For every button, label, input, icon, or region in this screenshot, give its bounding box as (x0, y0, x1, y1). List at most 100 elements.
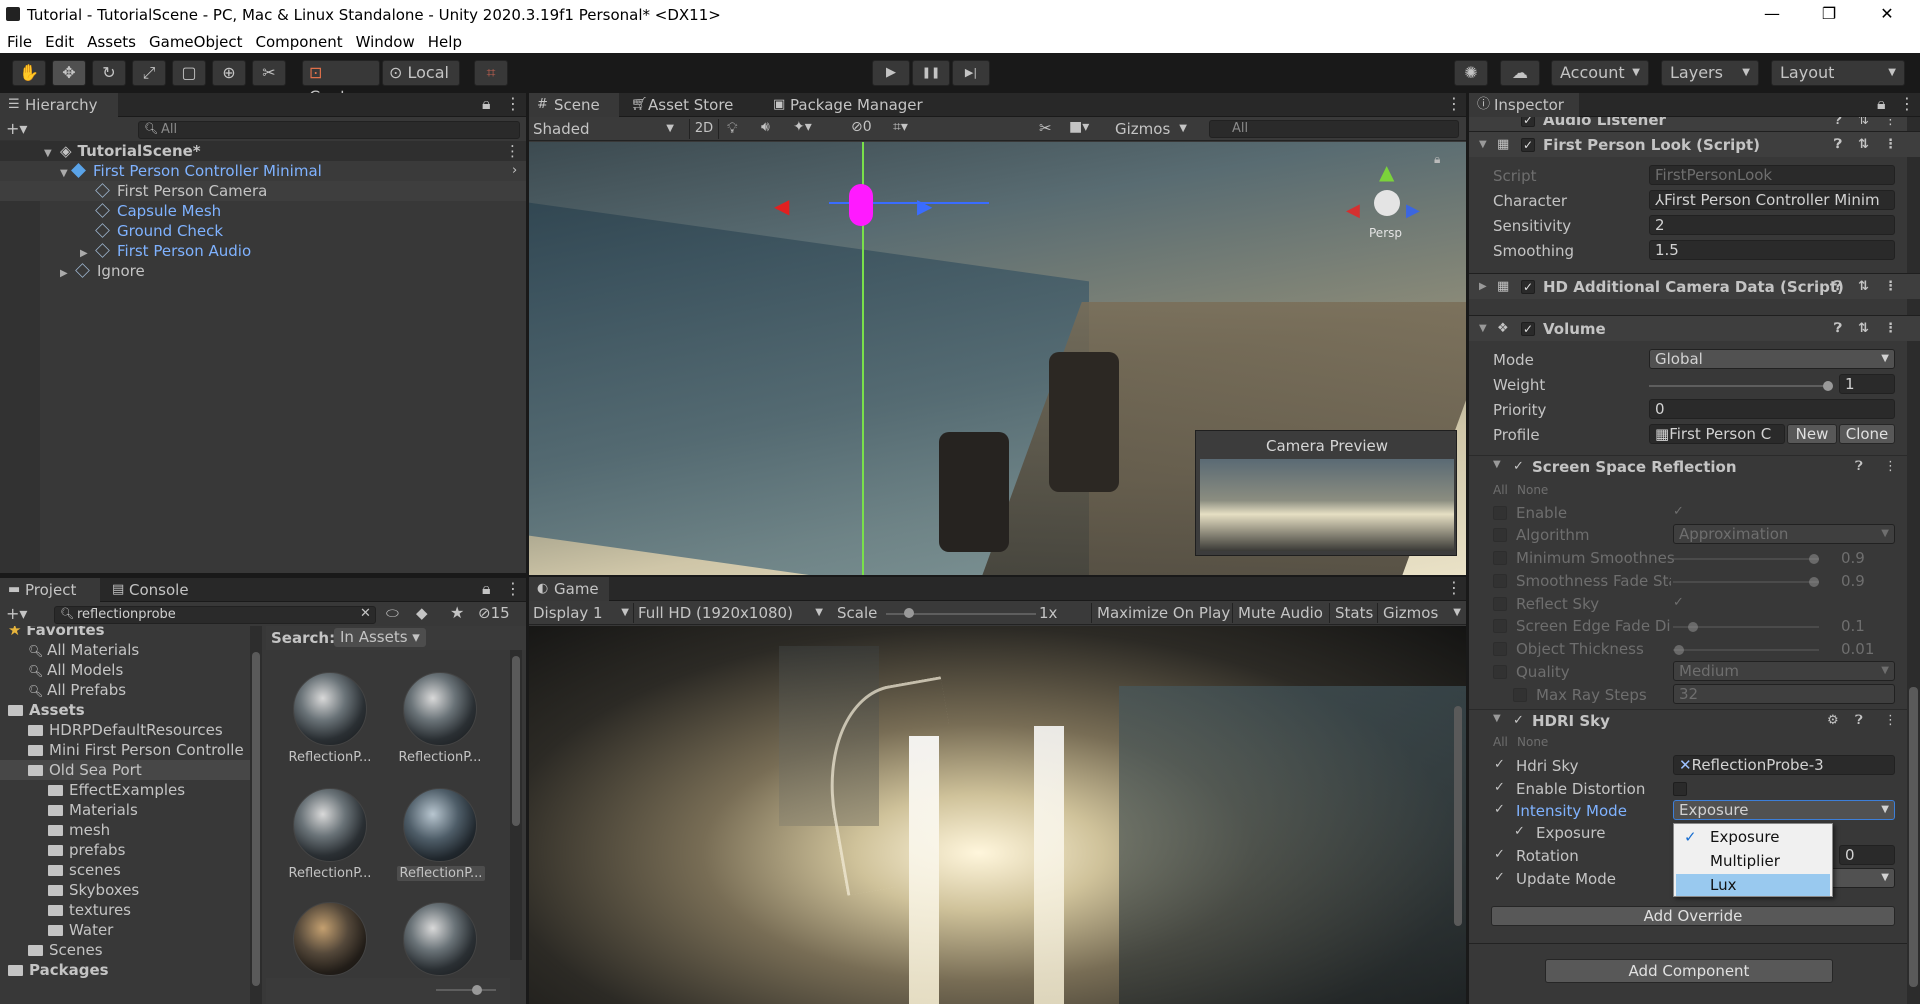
project-tree-item[interactable]: Old Sea Port (0, 760, 250, 780)
volume-header[interactable]: ▼ ❖ ✓ Volume ❓︎ ⇅ ⋮ (1469, 315, 1920, 341)
reflect-sky-check-icon[interactable]: ✓ (1673, 595, 1684, 610)
enable-check-icon[interactable]: ✓ (1673, 504, 1684, 519)
smoothing-field[interactable]: 1.5 (1649, 240, 1895, 260)
grid-snap-icon[interactable]: ⌗ (474, 60, 508, 86)
menu-edit[interactable]: Edit (38, 30, 80, 51)
project-tree-item[interactable]: 🔍︎ All Models (0, 660, 250, 680)
sensitivity-field[interactable]: 2 (1649, 215, 1895, 235)
project-tree-item[interactable]: Mini First Person Controlle (0, 740, 250, 760)
z-axis-cone-icon[interactable]: ▶ (1406, 200, 1420, 221)
hidden-packages-button[interactable]: ⊘15 (478, 604, 510, 622)
intensity-mode-dropdown[interactable]: Exposure ▼ (1673, 800, 1895, 820)
override-check-icon[interactable]: ✓ (1494, 802, 1505, 817)
settings-gear-icon[interactable]: ⚙ (1827, 713, 1839, 728)
reflection-probe-thumbnail[interactable] (403, 672, 477, 746)
override-checkbox[interactable] (1493, 665, 1507, 679)
min-smoothness-knob[interactable] (1809, 554, 1819, 564)
scale-slider-knob[interactable] (903, 608, 914, 618)
project-tree-item[interactable]: ★ Favorites (0, 626, 250, 640)
reflection-probe-thumbnail[interactable] (293, 902, 367, 976)
override-checkbox[interactable] (1493, 597, 1507, 611)
resolution-dropdown[interactable]: Full HD (1920x1080) ▼ (633, 603, 829, 623)
lock-icon[interactable]: 🔒︎ (482, 579, 491, 599)
reflection-probe-thumbnail[interactable] (403, 902, 477, 976)
menu-gameobject[interactable]: GameObject (142, 30, 249, 51)
inspector-scrollbar[interactable] (1907, 117, 1920, 1004)
audio-listener-header[interactable]: Audio Listener ✓ ❓︎ ⇅ ⋮ (1469, 117, 1907, 131)
override-check-icon[interactable]: ✓ (1494, 847, 1505, 862)
hierarchy-item[interactable]: Capsule Mesh (0, 201, 221, 221)
capsule-mesh[interactable] (849, 184, 873, 226)
kebab-menu-icon[interactable]: ⋮ (1446, 94, 1462, 113)
kebab-menu-icon[interactable]: ⋮ (1884, 117, 1897, 128)
help-icon[interactable]: ❓︎ (1855, 459, 1863, 474)
override-checkbox[interactable] (1493, 642, 1507, 656)
hierarchy-scene-row[interactable]: ▼ ◈ TutorialScene* ⋮ (0, 141, 526, 161)
scene-search-input[interactable]: All (1209, 120, 1459, 138)
display-dropdown[interactable]: Display 1 ▼ (533, 603, 631, 623)
reflection-probe-thumbnail[interactable] (293, 672, 367, 746)
kebab-menu-icon[interactable]: ⋮ (505, 579, 521, 598)
project-tree-item[interactable]: HDRPDefaultResources (0, 720, 250, 740)
component-enabled-checkbox[interactable]: ✓ (1521, 280, 1535, 294)
expand-icon[interactable]: ▶ (60, 264, 72, 284)
tab-console[interactable]: ▤ Console (104, 578, 204, 602)
step-button[interactable]: ▶| (952, 60, 990, 86)
menu-file[interactable]: File (0, 30, 38, 51)
hierarchy-item[interactable]: ▼ First Person Controller Minimal › (0, 161, 526, 181)
hierarchy-item[interactable]: ▶ Ignore (0, 261, 145, 281)
help-icon[interactable]: ❓︎ (1834, 316, 1842, 342)
expand-icon[interactable]: ▶ (1479, 274, 1487, 300)
hierarchy-item[interactable]: First Person Camera (0, 181, 526, 201)
reflection-probe-thumbnail[interactable] (293, 788, 367, 862)
tree-scrollbar[interactable] (250, 626, 262, 1004)
grid-toggle-icon[interactable]: ⌗▾ (893, 119, 908, 135)
project-tree-item[interactable]: Scenes (0, 940, 250, 960)
ssr-override-header[interactable]: ▼ ✓ Screen Space Reflection ❓︎ ⋮ (1469, 455, 1907, 479)
tab-hierarchy[interactable]: ☰ Hierarchy (0, 93, 118, 117)
character-field[interactable]: ⅄First Person Controller Minim (1649, 190, 1895, 210)
minimize-button[interactable]: — (1752, 4, 1792, 26)
scale-tool-icon[interactable]: ⤢ (132, 60, 166, 86)
override-check-icon[interactable]: ✓ (1514, 824, 1525, 839)
hdri-sky-field[interactable]: ✕ReflectionProbe-3 (1673, 755, 1895, 775)
play-button[interactable]: ▶ (872, 60, 910, 86)
help-icon[interactable]: ❓︎ (1855, 713, 1863, 728)
maximize-button[interactable]: ❐ (1809, 4, 1849, 26)
help-icon[interactable]: ❓︎ (1834, 117, 1842, 128)
add-component-button[interactable]: Add Component (1545, 959, 1833, 983)
override-check-icon[interactable]: ✓ (1494, 870, 1505, 885)
override-checkbox[interactable] (1513, 688, 1527, 702)
game-scrollbar[interactable] (1454, 706, 1462, 926)
override-checkbox[interactable] (1493, 574, 1507, 588)
max-ray-steps-field[interactable]: 32 (1673, 684, 1895, 704)
project-tree-item[interactable]: Packages (0, 960, 250, 980)
chevron-right-icon[interactable]: › (512, 161, 517, 181)
2d-toggle-button[interactable]: 2D (689, 119, 719, 139)
hd-camera-data-header[interactable]: ▶ ▦ ✓ HD Additional Camera Data (Script)… (1469, 273, 1920, 299)
hidden-objects-button[interactable]: ⊘0 (851, 119, 872, 135)
close-button[interactable]: ✕ (1867, 4, 1907, 26)
x-axis-arrow-icon[interactable]: ◀ (774, 194, 789, 218)
override-checkbox[interactable] (1493, 551, 1507, 565)
pivot-center-button[interactable]: ⊡ Center (302, 60, 380, 106)
thumbnail-size-knob[interactable] (472, 985, 482, 995)
thumbnail-size-slider[interactable] (436, 989, 496, 991)
rotate-tool-icon[interactable]: ↻ (92, 60, 126, 86)
profile-field[interactable]: ▦First Person C (1649, 424, 1785, 444)
grid-scrollbar[interactable] (510, 650, 522, 960)
effects-toggle-icon[interactable]: ✦▾ (793, 119, 812, 135)
weight-slider-knob[interactable] (1823, 381, 1833, 391)
search-by-label-icon[interactable]: ◆ (416, 604, 428, 622)
override-checkbox[interactable] (1493, 619, 1507, 633)
tab-game[interactable]: ◐ Game (529, 577, 609, 601)
pause-button[interactable]: ❚❚ (912, 60, 950, 86)
mute-audio-button[interactable]: Mute Audio (1232, 603, 1328, 623)
clear-search-icon[interactable]: ✕ (360, 606, 371, 621)
override-checkbox[interactable] (1493, 528, 1507, 542)
kebab-menu-icon[interactable]: ⋮ (1884, 459, 1897, 474)
gizmo-center[interactable] (1374, 190, 1400, 216)
add-object-icon[interactable]: +▾ (6, 119, 27, 138)
menu-window[interactable]: Window (349, 30, 421, 51)
kebab-menu-icon[interactable]: ⋮ (505, 94, 521, 113)
